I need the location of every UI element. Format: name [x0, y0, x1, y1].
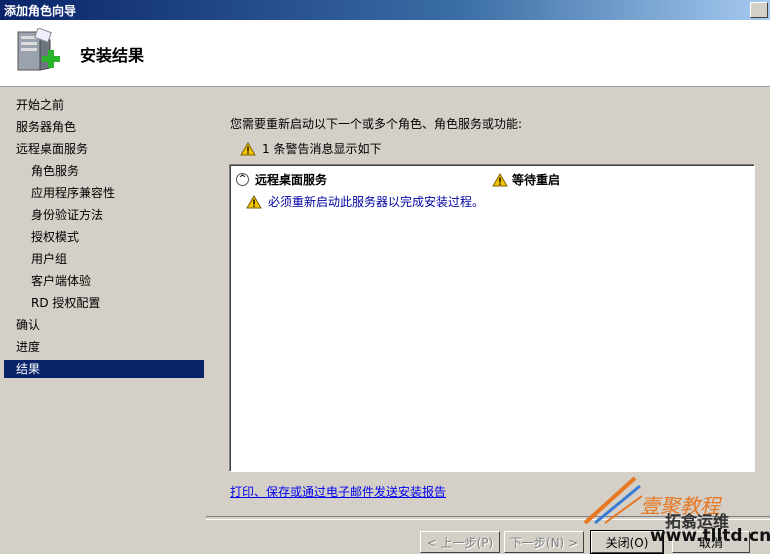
- warning-icon: [246, 194, 262, 208]
- result-status: 等待重启: [492, 171, 560, 188]
- nav-item-server-roles[interactable]: 服务器角色: [4, 118, 204, 136]
- collapse-icon[interactable]: ^: [236, 173, 249, 186]
- results-panel: 您需要重新启动以下一个或多个角色、角色服务或功能: 1 条警告消息显示如下 ^ …: [206, 97, 770, 517]
- nav-item-client-experience[interactable]: 客户端体验: [4, 272, 204, 290]
- wizard-header: 安装结果: [0, 20, 770, 87]
- result-role-name: 远程桌面服务: [255, 173, 328, 187]
- warning-icon: [240, 141, 256, 155]
- nav-item-licensing-mode[interactable]: 授权模式: [4, 228, 204, 246]
- result-detail-text: 必须重新启动此服务器以完成安装过程。: [268, 195, 485, 209]
- restart-message: 您需要重新启动以下一个或多个角色、角色服务或功能:: [230, 117, 523, 131]
- nav-item-auth-method[interactable]: 身份验证方法: [4, 206, 204, 224]
- divider: [206, 516, 770, 520]
- cancel-button[interactable]: 取消: [672, 531, 750, 553]
- nav-item-confirm[interactable]: 确认: [4, 316, 204, 334]
- report-link[interactable]: 打印、保存或通过电子邮件发送安装报告: [230, 483, 446, 500]
- result-group-header[interactable]: ^ 远程桌面服务: [236, 171, 327, 188]
- window-title: 添加角色向导: [4, 4, 77, 18]
- next-button[interactable]: 下一步(N) >: [504, 531, 584, 553]
- prev-button[interactable]: < 上一步(P): [420, 531, 500, 553]
- nav-item-progress[interactable]: 进度: [4, 338, 204, 356]
- title-bar: 添加角色向导: [0, 0, 770, 20]
- main-content: 您需要重新启动以下一个或多个角色、角色服务或功能: 1 条警告消息显示如下 ^ …: [206, 87, 770, 554]
- nav-item-results[interactable]: 结果: [4, 360, 204, 378]
- nav-item-rd-licensing-config[interactable]: RD 授权配置: [4, 294, 204, 312]
- nav-item-remote-desktop[interactable]: 远程桌面服务: [4, 140, 204, 158]
- server-add-icon: [17, 28, 60, 71]
- nav-item-role-services[interactable]: 角色服务: [4, 162, 204, 180]
- nav-item-user-groups[interactable]: 用户组: [4, 250, 204, 268]
- nav-item-before-begin[interactable]: 开始之前: [4, 96, 204, 114]
- warning-icon: [492, 172, 508, 186]
- close-button[interactable]: 关闭(O): [590, 530, 664, 554]
- page-title: 安装结果: [80, 46, 145, 65]
- wizard-steps-nav: 开始之前 服务器角色 远程桌面服务 角色服务 应用程序兼容性 身份验证方法 授权…: [0, 87, 206, 549]
- warning-summary-text: 1 条警告消息显示如下: [262, 142, 382, 156]
- result-status-text: 等待重启: [512, 173, 561, 187]
- results-list[interactable]: ^ 远程桌面服务 等待重启 必须重新启动此服务器以完成安装过程。: [229, 164, 755, 472]
- nav-item-app-compat[interactable]: 应用程序兼容性: [4, 184, 204, 202]
- warning-summary: 1 条警告消息显示如下: [240, 140, 381, 157]
- close-window-icon[interactable]: [750, 2, 768, 18]
- result-detail: 必须重新启动此服务器以完成安装过程。: [246, 193, 484, 210]
